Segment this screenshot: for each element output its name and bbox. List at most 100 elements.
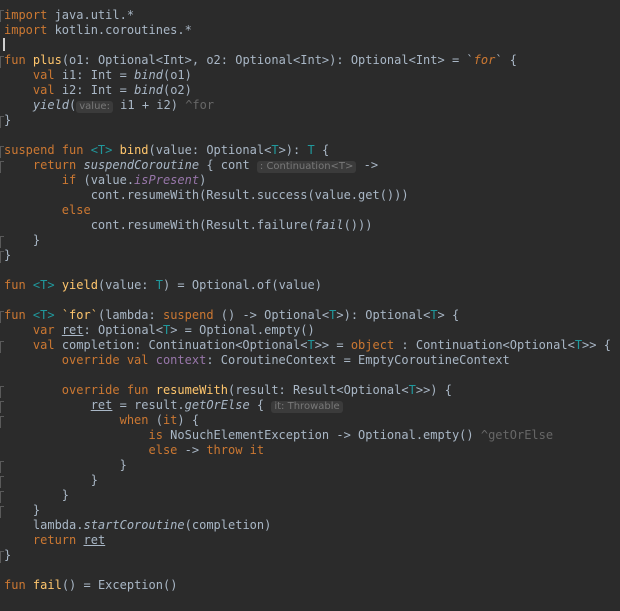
code-line[interactable]: } xyxy=(4,548,11,563)
code-text: { cont xyxy=(199,158,257,172)
code-line[interactable]: import kotlin.coroutines.* xyxy=(4,23,192,38)
function-name: bind xyxy=(112,143,149,157)
code-line[interactable]: val i1: Int = bind(o1) xyxy=(4,68,192,83)
keyword: when xyxy=(119,413,149,427)
code-line[interactable]: } xyxy=(4,473,98,488)
property: context xyxy=(155,353,207,367)
type-parameter: <T> xyxy=(90,143,113,157)
code-line[interactable]: val completion: Continuation<Optional<T>… xyxy=(4,338,611,353)
function-call: fail xyxy=(314,218,344,232)
code-line[interactable]: val i2: Int = bind(o2) xyxy=(4,83,192,98)
function-name: yield xyxy=(54,278,98,292)
code-text: (o1: Optional<Int>, o2: Optional<Int>): … xyxy=(61,53,474,67)
function-call: suspendCoroutine xyxy=(76,158,200,172)
type-parameter: <T> xyxy=(25,278,55,292)
code-text: (o1) xyxy=(162,68,192,82)
keyword: else xyxy=(148,443,178,457)
code-text: (result: Result<Optional< xyxy=(227,383,409,397)
keyword: suspend xyxy=(4,143,55,157)
code-line[interactable]: override val context: CoroutineContext =… xyxy=(4,353,510,368)
code-text: > { xyxy=(437,308,460,322)
code-line[interactable]: } xyxy=(4,458,127,473)
code-line[interactable]: } xyxy=(4,233,40,248)
code-line[interactable]: import java.util.* xyxy=(4,8,134,23)
function-call: yield xyxy=(32,98,70,112)
code-text: ) = Optional.of(value) xyxy=(162,278,322,292)
type-parameter: T xyxy=(574,338,583,352)
code-line[interactable]: cont.resumeWith(Result.success(value.get… xyxy=(4,188,409,203)
function-call: startCoroutine xyxy=(83,518,185,532)
code-line[interactable]: lambda.startCoroutine(completion) xyxy=(4,518,271,533)
code-text: } xyxy=(32,503,41,517)
code-text: i1 + i2) xyxy=(112,98,186,112)
keyword: fun xyxy=(4,278,26,292)
code-text: ())) xyxy=(343,218,373,232)
property: isPresent xyxy=(134,173,200,187)
keyword: is xyxy=(148,428,163,442)
code-line[interactable]: } xyxy=(4,248,11,263)
code-line[interactable]: fun <T> yield(value: T) = Optional.of(va… xyxy=(4,278,322,293)
code-line[interactable]: } xyxy=(4,488,69,503)
keyword: it xyxy=(249,443,265,457)
code-line[interactable]: fun fail() = Exception() xyxy=(4,578,177,593)
code-line[interactable]: cont.resumeWith(Result.failure(fail())) xyxy=(4,218,373,233)
code-line[interactable]: } xyxy=(4,503,40,518)
code-text: : Optional< xyxy=(83,323,163,337)
code-line[interactable]: return ret xyxy=(4,533,105,548)
code-line[interactable]: fun <T> `for`(lambda: suspend () -> Opti… xyxy=(4,308,459,323)
keyword: return xyxy=(32,158,77,172)
code-line[interactable]: } xyxy=(4,113,11,128)
code-text: cont.resumeWith(Result.success(value.get… xyxy=(90,188,409,202)
code-text: i1: Int = xyxy=(54,68,135,82)
code-text: } xyxy=(61,488,70,502)
code-text: completion: Continuation<Optional< xyxy=(54,338,308,352)
function-call: getOrElse xyxy=(184,398,250,412)
code-line[interactable]: if (value.isPresent) xyxy=(4,173,207,188)
code-line[interactable]: suspend fun <T> bind(value: Optional<T>)… xyxy=(4,143,329,158)
code-line[interactable]: else -> throw it xyxy=(4,443,265,458)
code-text: = result. xyxy=(112,398,185,412)
keyword: override val xyxy=(61,353,149,367)
code-line[interactable]: yield(value: i1 + i2) ^for xyxy=(4,98,214,113)
type-hint: it: Throwable xyxy=(271,401,343,413)
mutable-variable: ret xyxy=(61,323,84,337)
return-label-hint: ^getOrElse xyxy=(480,428,554,442)
code-text: > = Optional.empty() xyxy=(170,323,315,337)
code-line[interactable]: override fun resumeWith(result: Result<O… xyxy=(4,383,452,398)
keyword: val xyxy=(32,338,55,352)
code-line[interactable]: var ret: Optional<T> = Optional.empty() xyxy=(4,323,315,338)
code-text: ( xyxy=(69,98,77,112)
code-line[interactable]: return suspendCoroutine { cont : Continu… xyxy=(4,158,378,173)
code-text: cont.resumeWith(Result.failure( xyxy=(90,218,315,232)
code-text: lambda. xyxy=(32,518,84,532)
code-text: >> { xyxy=(582,338,611,352)
code-text: } xyxy=(119,458,127,472)
keyword: fun xyxy=(4,578,26,592)
code-line[interactable]: fun plus(o1: Optional<Int>, o2: Optional… xyxy=(4,53,517,68)
code-text: (value: xyxy=(97,278,156,292)
code-text: ) xyxy=(199,173,207,187)
mutable-variable: ret xyxy=(83,533,106,547)
code-text: >> = xyxy=(314,338,351,352)
keyword: fun xyxy=(4,308,26,322)
code-text: () -> Optional< xyxy=(213,308,330,322)
code-editor[interactable]: import java.util.* import kotlin.corouti… xyxy=(0,0,620,611)
code-text: (value: Optional< xyxy=(148,143,272,157)
type-parameter: T xyxy=(307,143,315,157)
code-text: : Continuation<Optional< xyxy=(394,338,575,352)
keyword: else xyxy=(61,203,91,217)
function-call: bind xyxy=(134,68,163,82)
code-text: ) { xyxy=(177,413,200,427)
code-line[interactable]: when (it) { xyxy=(4,413,200,428)
keyword: import xyxy=(4,8,48,22)
code-text: ( xyxy=(148,413,163,427)
code-line[interactable]: ret = result.getOrElse { it: Throwable xyxy=(4,398,343,413)
keyword: if xyxy=(61,173,77,187)
code-line[interactable]: else xyxy=(4,203,91,218)
code-line[interactable]: is NoSuchElementException -> Optional.em… xyxy=(4,428,554,443)
code-text: (lambda: xyxy=(97,308,163,322)
type-parameter: T xyxy=(408,383,416,397)
parameter-hint: value: xyxy=(76,101,113,113)
